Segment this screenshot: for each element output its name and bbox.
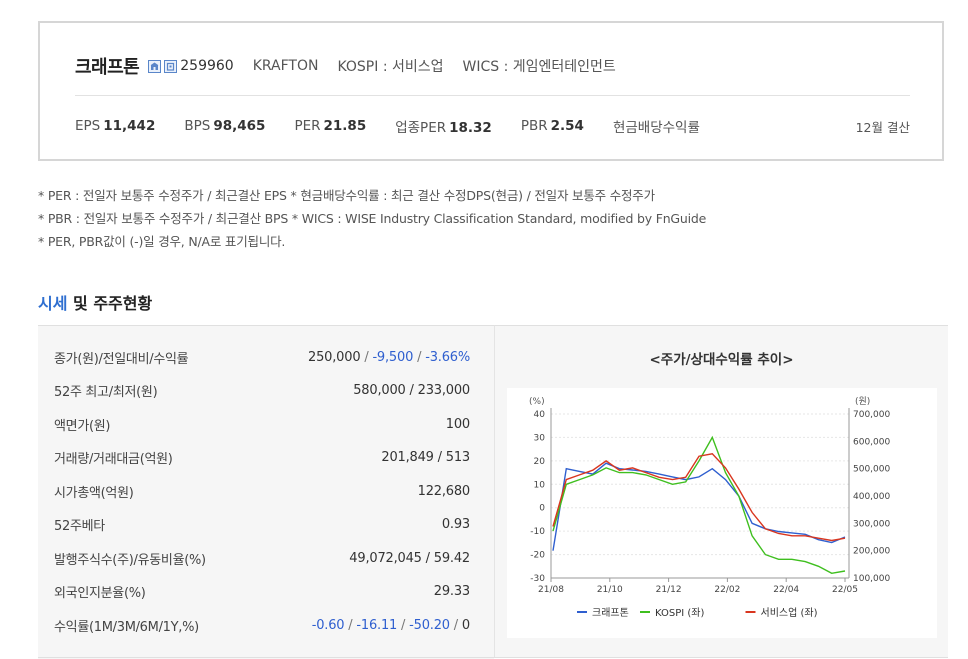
section-title: 시세 및 주주현황 xyxy=(38,290,152,314)
footnote-line: * PER, PBR값이 (-)일 경우, N/A로 표기됩니다. xyxy=(38,234,286,249)
y-left-tick-label: 0 xyxy=(539,504,545,514)
table-row: 종가(원)/전일대비/수익률 250,000 / -9,500 / -3.66% xyxy=(38,341,494,374)
y-left-tick-label: -30 xyxy=(530,574,545,584)
row-value: 580,000 / 233,000 xyxy=(353,383,470,398)
table-row: 시가총액(억원) 122,680 xyxy=(38,475,494,508)
metric-dividend-yield: 현금배당수익률 xyxy=(612,120,700,136)
metric-per: PER 21.85 xyxy=(294,118,367,134)
table-row: 52주베타 0.93 xyxy=(38,508,494,541)
price-chart-panel: <주가/상대수익률 추이> (%) (원) 40 30 20 10 0 -10 -20 -30 70… xyxy=(494,325,948,658)
x-tick-label: 22/04 xyxy=(773,585,799,595)
price-info-table: 종가(원)/전일대비/수익률 250,000 / -9,500 / -3.66%… xyxy=(38,325,494,659)
row-value: 201,849 / 513 xyxy=(381,450,470,465)
row-value: 29.33 xyxy=(433,584,470,599)
legend-label: 크래프톤 xyxy=(592,607,629,619)
y-left-tick-label: 20 xyxy=(534,457,546,467)
building-icon[interactable] xyxy=(148,59,162,73)
price-chart: (%) (원) 40 30 20 10 0 -10 -20 -30 700,000 600,000 50… xyxy=(507,388,937,638)
row-label: 52주베타 xyxy=(54,519,105,534)
row-value: 250,000 / -9,500 / -3.66% xyxy=(308,350,470,365)
y-left-tick-label: 10 xyxy=(534,480,546,490)
row-label: 종가(원)/전일대비/수익률 xyxy=(54,352,189,367)
legend-label: KOSPI (좌) xyxy=(655,607,704,619)
left-axis-unit: (%) xyxy=(529,397,545,407)
chart-background xyxy=(507,388,937,638)
metric-pbr: PBR 2.54 xyxy=(520,118,584,134)
x-tick-label: 21/08 xyxy=(538,585,564,595)
title-row: 크래프톤 259960 KRAFTON KOSPI : 서비스업 WICS : … xyxy=(75,53,616,79)
y-right-tick-label: 200,000 xyxy=(853,547,890,557)
section-title-accent: 시세 xyxy=(38,294,68,313)
y-right-tick-label: 400,000 xyxy=(853,492,890,502)
table-row: 수익률(1M/3M/6M/1Y,%) -0.60 / -16.11 / -50.… xyxy=(38,609,494,642)
y-left-tick-label: -10 xyxy=(530,527,545,537)
row-label: 시가총액(억원) xyxy=(54,486,134,501)
y-right-tick-label: 300,000 xyxy=(853,519,890,529)
footnotes: * PER : 전일자 보통주 수정주가 / 최근결산 EPS * 현금배당수익… xyxy=(38,184,706,253)
footnote-line: * PER : 전일자 보통주 수정주가 / 최근결산 EPS * 현금배당수익… xyxy=(38,188,655,203)
row-value: 122,680 xyxy=(417,484,471,499)
y-right-tick-label: 500,000 xyxy=(853,465,890,475)
row-value: -0.60 / -16.11 / -50.20 / 0 xyxy=(311,618,470,633)
stock-summary-box: 크래프톤 259960 KRAFTON KOSPI : 서비스업 WICS : … xyxy=(38,21,944,161)
x-tick-label: 22/02 xyxy=(714,585,740,595)
metric-row: EPS 11,442 BPS 98,465 PER 21.85 업종PER 18.32 … xyxy=(75,115,910,137)
company-name: 크래프톤 xyxy=(75,57,140,78)
y-left-tick-label: 30 xyxy=(534,433,546,443)
summary-divider xyxy=(75,95,910,96)
building-alt-icon[interactable] xyxy=(164,59,178,73)
wics-sector: WICS : 게임엔터테인먼트 xyxy=(462,59,616,75)
table-row: 외국인지분율(%) 29.33 xyxy=(38,575,494,608)
table-row: 발행주식수(주)/유동비율(%) 49,072,045 / 59.42 xyxy=(38,542,494,575)
row-value: 0.93 xyxy=(441,517,470,532)
market-sector: KOSPI : 서비스업 xyxy=(337,59,444,75)
row-label: 외국인지분율(%) xyxy=(54,586,146,601)
right-axis-unit: (원) xyxy=(855,396,870,407)
table-row: 52주 최고/최저(원) 580,000 / 233,000 xyxy=(38,374,494,407)
chart-title: <주가/상대수익률 추이> xyxy=(649,352,794,368)
row-value: 100 xyxy=(445,417,470,432)
x-tick-label: 21/10 xyxy=(597,585,623,595)
y-left-tick-label: -20 xyxy=(530,551,545,561)
y-right-tick-label: 700,000 xyxy=(853,410,890,420)
legend-label: 서비스업 (좌) xyxy=(761,606,818,619)
footnote-line: * PBR : 전일자 보통주 수정주가 / 최근결산 BPS * WICS :… xyxy=(38,211,707,226)
x-tick-label: 21/12 xyxy=(656,585,682,595)
y-left-tick-label: 40 xyxy=(534,410,546,420)
metric-bps: BPS 98,465 xyxy=(184,118,266,134)
metric-industry-per: 업종PER 18.32 xyxy=(395,120,492,136)
row-label: 액면가(원) xyxy=(54,419,111,434)
x-tick-label: 22/05 xyxy=(832,585,858,595)
section-title-rest: 및 주주현황 xyxy=(67,294,153,313)
row-label: 발행주식수(주)/유동비율(%) xyxy=(54,553,206,568)
row-label: 거래량/거래대금(억원) xyxy=(54,452,173,467)
row-value: 49,072,045 / 59.42 xyxy=(349,551,470,566)
table-row: 액면가(원) 100 xyxy=(38,408,494,441)
metric-eps: EPS 11,442 xyxy=(75,118,156,134)
stock-code: 259960 xyxy=(180,58,234,74)
english-name: KRAFTON xyxy=(252,58,319,74)
y-right-tick-label: 600,000 xyxy=(853,437,890,447)
settlement-month: 12월 결산 xyxy=(855,119,910,135)
row-label: 52주 최고/최저(원) xyxy=(54,385,158,400)
y-right-tick-label: 100,000 xyxy=(853,574,890,584)
table-row: 거래량/거래대금(억원) 201,849 / 513 xyxy=(38,441,494,474)
row-label: 수익률(1M/3M/6M/1Y,%) xyxy=(54,620,199,635)
